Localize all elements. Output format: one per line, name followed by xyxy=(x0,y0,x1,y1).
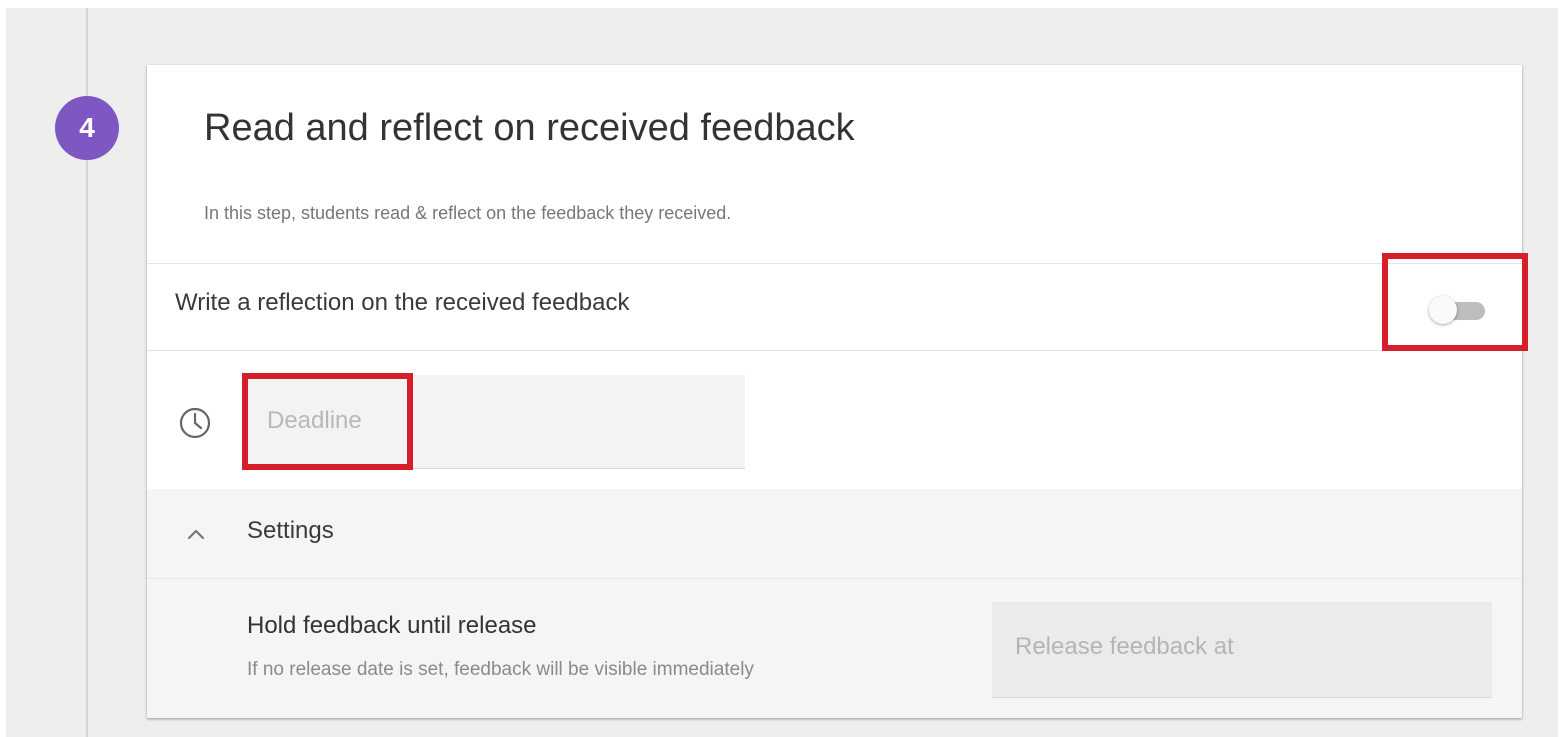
step-title: Read and reflect on received feedback xyxy=(204,107,855,149)
step-number-badge: 4 xyxy=(55,96,119,160)
toggle-thumb xyxy=(1429,296,1457,324)
hold-feedback-help: If no release date is set, feedback will… xyxy=(247,659,754,680)
step-card: Read and reflect on received feedback In… xyxy=(147,65,1522,718)
settings-label: Settings xyxy=(247,517,334,544)
release-feedback-placeholder: Release feedback at xyxy=(1015,633,1234,660)
chevron-up-icon xyxy=(187,529,205,540)
divider xyxy=(147,578,1522,579)
settings-panel: Settings Hold feedback until release If … xyxy=(147,489,1522,718)
deadline-input[interactable]: Deadline xyxy=(245,375,745,469)
reflection-toggle-label: Write a reflection on the received feedb… xyxy=(175,289,630,316)
release-feedback-input[interactable]: Release feedback at xyxy=(992,602,1492,698)
divider xyxy=(147,263,1522,264)
deadline-placeholder: Deadline xyxy=(267,407,362,434)
divider xyxy=(147,350,1522,351)
step-description: In this step, students read & reflect on… xyxy=(204,203,732,223)
settings-toggle[interactable]: Settings xyxy=(147,489,1522,579)
clock-icon xyxy=(179,407,211,439)
reflection-toggle[interactable] xyxy=(1427,295,1491,325)
hold-feedback-title: Hold feedback until release xyxy=(247,612,537,639)
